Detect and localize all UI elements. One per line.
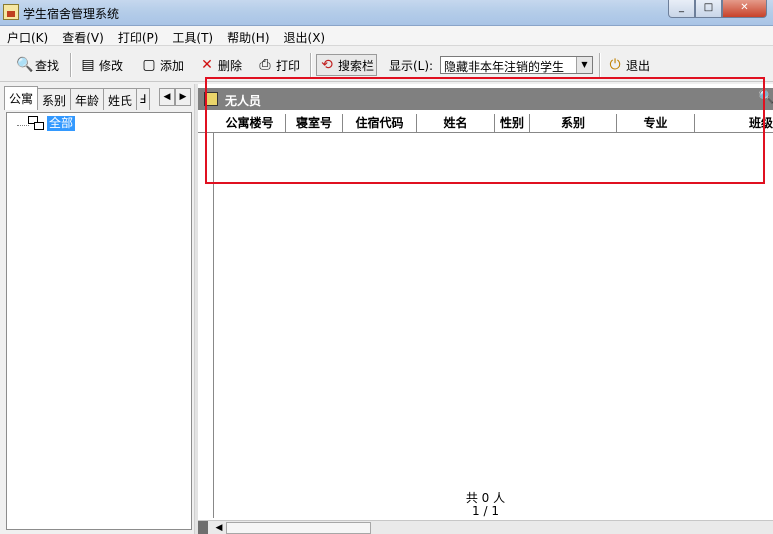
row-indicator-column <box>198 133 214 518</box>
tree-node-all[interactable]: 全部 <box>47 116 76 131</box>
grid-header-icon <box>204 92 218 106</box>
horizontal-scrollbar[interactable]: ◀ <box>198 520 773 534</box>
grid-footer: 共 0 人 1 / 1 <box>198 489 773 519</box>
search-bar-label: 搜索栏 <box>338 58 375 73</box>
document-icon: ▢ <box>142 57 156 73</box>
delete-label: 删除 <box>218 58 243 73</box>
menu-bar: 户口(K) 查看(V) 打印(P) 工具(T) 帮助(H) 退出(X) <box>0 26 773 46</box>
print-label: 打印 <box>276 58 301 73</box>
scrollbar-grip <box>198 521 208 534</box>
edit-label: 修改 <box>99 58 124 73</box>
add-label: 添加 <box>160 58 185 73</box>
page-indicator: 1 / 1 <box>472 504 499 518</box>
col-name[interactable]: 姓名 <box>417 114 495 133</box>
find-label: 查找 <box>35 58 60 73</box>
tab-department[interactable]: 系别 <box>37 88 72 110</box>
edit-icon: ▤ <box>81 57 95 73</box>
right-panel: 无人员 🔍 公寓楼号 寝室号 住宿代码 姓名 性别 系别 专业 班级 共 0 人… <box>198 84 773 534</box>
category-tabs: 公寓 系别 年龄 姓氏 Ⅎ <box>4 86 151 110</box>
menu-print[interactable]: 打印(P) <box>111 26 166 46</box>
title-bar: 学生宿舍管理系统 _ □ ✕ <box>0 0 773 26</box>
exit-label: 退出 <box>626 58 651 73</box>
tree-node-icon <box>28 116 46 132</box>
exit-button[interactable]: ⏻ 退出 <box>607 54 650 76</box>
scroll-left-icon[interactable]: ◀ <box>212 521 226 534</box>
tab-scroller: ◀ ▶ <box>159 88 191 106</box>
menu-exit[interactable]: 退出(X) <box>277 26 333 46</box>
print-button[interactable]: ⎙ 打印 <box>257 54 300 76</box>
grid-header-bar: 无人员 🔍 <box>198 88 773 110</box>
toolbar: 🔍 查找 ▤ 修改 ▢ 添加 ✕ 删除 ⎙ 打印 ⟲ 搜索栏 显示(L): 隐藏… <box>0 47 773 82</box>
display-label: 显示(L): <box>389 58 434 73</box>
col-gender[interactable]: 性别 <box>495 114 530 133</box>
tab-apartment[interactable]: 公寓 <box>4 86 39 110</box>
search-bar-icon: ⟲ <box>321 57 333 73</box>
apartment-tree: 全部 <box>6 112 192 530</box>
search-icon: 🔍 <box>16 57 34 73</box>
window-title: 学生宿舍管理系统 <box>23 7 120 21</box>
delete-icon: ✕ <box>201 57 213 73</box>
record-count: 共 0 人 <box>465 491 506 505</box>
tab-scroll-right-icon[interactable]: ▶ <box>175 88 191 106</box>
printer-icon: ⎙ <box>259 57 271 73</box>
grid-title: 无人员 <box>225 94 262 108</box>
search-bar-toggle[interactable]: ⟲ 搜索栏 <box>316 54 378 76</box>
col-building[interactable]: 公寓楼号 <box>214 114 286 133</box>
close-button[interactable]: ✕ <box>722 0 767 18</box>
grid-search-icon[interactable]: 🔍 <box>758 90 773 106</box>
col-lodging-code[interactable]: 住宿代码 <box>343 114 417 133</box>
menu-view[interactable]: 查看(V) <box>55 26 111 46</box>
menu-account[interactable]: 户口(K) <box>0 26 55 46</box>
tab-age[interactable]: 年龄 <box>70 88 105 110</box>
tab-scroll-left-icon[interactable]: ◀ <box>159 88 175 106</box>
col-class[interactable]: 班级 <box>695 114 773 133</box>
menu-tools[interactable]: 工具(T) <box>165 26 220 46</box>
tab-surname[interactable]: 姓氏 <box>103 88 138 110</box>
scrollbar-thumb[interactable] <box>226 522 371 534</box>
app-icon <box>3 4 19 20</box>
minimize-button[interactable]: _ <box>668 0 695 18</box>
exit-icon: ⏻ <box>609 57 621 73</box>
col-department[interactable]: 系别 <box>530 114 617 133</box>
display-filter-value: 隐藏非本年注销的学生 <box>444 60 565 74</box>
delete-button[interactable]: ✕ 删除 <box>199 54 242 76</box>
tab-more[interactable]: Ⅎ <box>136 88 151 110</box>
left-panel: 公寓 系别 年龄 姓氏 Ⅎ ◀ ▶ 全部 <box>0 84 194 534</box>
edit-button[interactable]: ▤ 修改 <box>80 54 123 76</box>
maximize-button[interactable]: □ <box>695 0 722 18</box>
chevron-down-icon[interactable]: ▼ <box>576 57 592 73</box>
grid-column-headers: 公寓楼号 寝室号 住宿代码 姓名 性别 系别 专业 班级 <box>198 114 773 133</box>
menu-help[interactable]: 帮助(H) <box>220 26 276 46</box>
col-room[interactable]: 寝室号 <box>286 114 343 133</box>
find-button[interactable]: 🔍 查找 <box>16 54 59 76</box>
display-filter-select[interactable]: 隐藏非本年注销的学生 ▼ <box>440 56 593 74</box>
col-major[interactable]: 专业 <box>617 114 695 133</box>
add-button[interactable]: ▢ 添加 <box>141 54 184 76</box>
